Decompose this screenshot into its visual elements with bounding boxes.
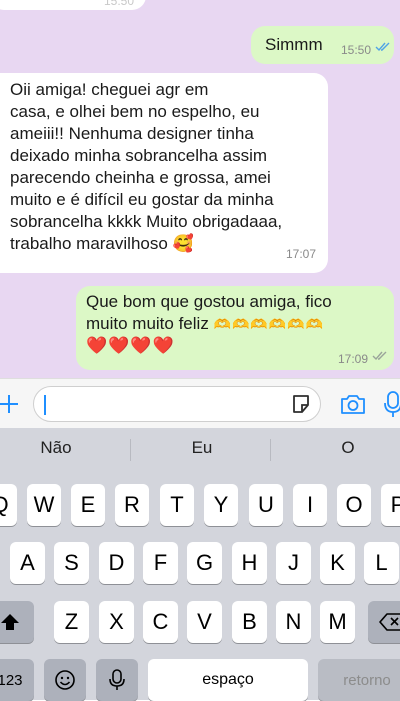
key-c[interactable]: C (143, 601, 178, 643)
sticker-icon[interactable] (290, 393, 312, 415)
message-time: 17:07 (285, 247, 316, 261)
message-time: 17:09 (338, 352, 369, 366)
key-l[interactable]: L (364, 542, 399, 584)
key-j[interactable]: J (276, 542, 311, 584)
key-p[interactable]: P (381, 484, 400, 526)
message-text: Simmm (265, 35, 323, 54)
shift-key[interactable] (0, 601, 34, 643)
message-bubble-incoming[interactable]: Oii amiga! cheguei agr em casa, e olhei … (0, 73, 328, 273)
text-caret (44, 395, 46, 415)
emoji-key[interactable] (44, 659, 86, 701)
backspace-key[interactable] (368, 601, 400, 643)
suggestion-divider (130, 439, 131, 461)
message-time: 15:50 (103, 0, 134, 8)
space-key[interactable]: espaço (148, 659, 308, 701)
key-q[interactable]: Q (0, 484, 17, 526)
key-y[interactable]: Y (204, 484, 238, 526)
message-text: Oii amiga! cheguei agr em casa, e olhei … (10, 80, 283, 253)
key-m[interactable]: M (320, 601, 355, 643)
key-n[interactable]: N (276, 601, 311, 643)
key-o[interactable]: O (337, 484, 371, 526)
key-d[interactable]: D (99, 542, 134, 584)
key-i[interactable]: I (293, 484, 327, 526)
key-s[interactable]: S (54, 542, 89, 584)
read-receipt-icon (372, 351, 387, 361)
message-bubble-incoming[interactable]: 15:50 (0, 0, 146, 10)
key-x[interactable]: X (99, 601, 134, 643)
message-bubble-outgoing[interactable]: Simmm 15:50 (251, 26, 394, 64)
camera-icon[interactable] (340, 393, 366, 415)
heart-hands-emoji: 🫶🫶🫶🫶🫶🫶 (213, 316, 325, 332)
suggestion-1[interactable]: Não (0, 438, 121, 458)
message-input[interactable] (33, 386, 321, 422)
key-h[interactable]: H (232, 542, 267, 584)
key-u[interactable]: U (249, 484, 283, 526)
emoji-icon (55, 670, 75, 690)
microphone-icon (109, 669, 125, 690)
key-g[interactable]: G (187, 542, 222, 584)
key-z[interactable]: Z (54, 601, 89, 643)
return-key[interactable]: retorno (318, 659, 400, 701)
key-e[interactable]: E (71, 484, 105, 526)
plus-icon[interactable] (0, 393, 20, 415)
key-a[interactable]: A (10, 542, 45, 584)
message-time: 15:50 (341, 43, 372, 57)
key-v[interactable]: V (187, 601, 222, 643)
message-bubble-outgoing[interactable]: Que bom que gostou amiga, fico muito mui… (76, 286, 394, 370)
chat-area: 15:50 Simmm 15:50 Oii amiga! cheguei agr… (0, 0, 400, 378)
key-t[interactable]: T (160, 484, 194, 526)
key-k[interactable]: K (320, 542, 355, 584)
key-r[interactable]: R (115, 484, 149, 526)
suggestion-divider (270, 439, 271, 461)
key-w[interactable]: W (27, 484, 61, 526)
suggestion-2[interactable]: Eu (137, 438, 267, 458)
backspace-icon (379, 613, 400, 631)
microphone-icon[interactable] (383, 390, 400, 418)
read-receipt-icon (375, 42, 390, 52)
keyboard: Não Eu O Q W E R T Y U I O P A S D F G H… (0, 428, 400, 701)
compose-bar (0, 378, 400, 429)
shift-arrow-icon (1, 614, 19, 630)
key-f[interactable]: F (143, 542, 178, 584)
dictation-key[interactable] (96, 659, 138, 701)
suggestion-3[interactable]: O (283, 438, 400, 458)
numbers-key[interactable]: 123 (0, 659, 34, 701)
key-b[interactable]: B (232, 601, 267, 643)
